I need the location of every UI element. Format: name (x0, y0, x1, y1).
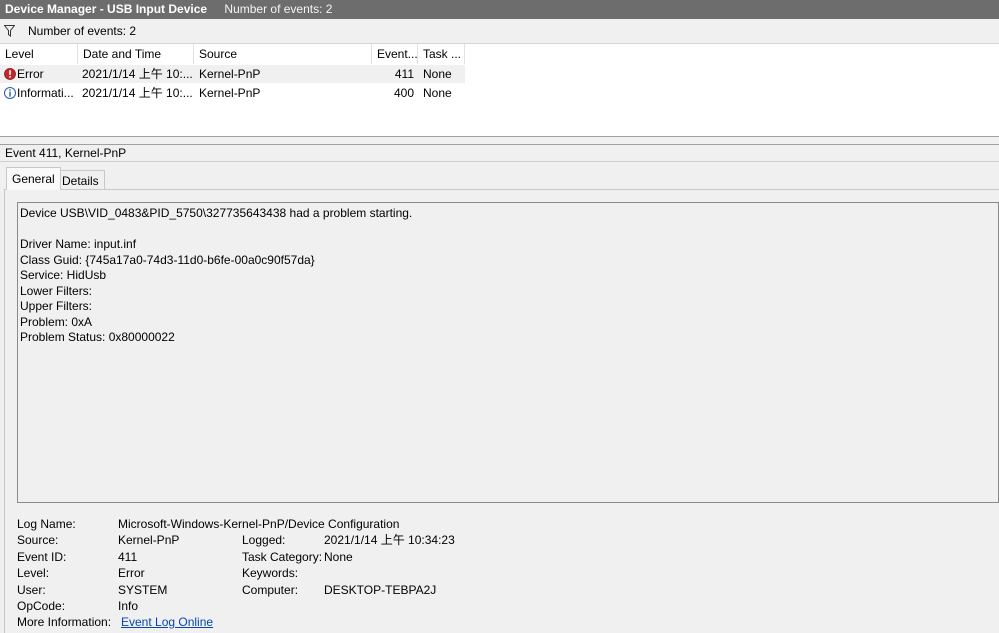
source-value: Kernel-PnP (118, 533, 180, 547)
window-title-bar: Device Manager - USB Input Device Number… (0, 0, 999, 19)
computer-label: Computer: (242, 583, 299, 597)
event-detail-header: Event 411, Kernel-PnP (0, 145, 999, 162)
information-icon (4, 87, 16, 99)
description-line: Driver Name: input.inf (20, 237, 137, 251)
user-label: User: (17, 583, 46, 597)
keywords-label: Keywords: (242, 566, 299, 580)
column-header-level[interactable]: Level (0, 44, 78, 64)
table-row[interactable]: Informati... 2021/1/14 上午 10:... Kernel-… (0, 84, 465, 102)
description-line: Service: HidUsb (20, 268, 107, 282)
row-task-category: None (423, 67, 452, 81)
opcode-value: Info (118, 599, 139, 613)
level-label: Level: (17, 566, 50, 580)
row-event-id: 400 (393, 86, 414, 100)
description-line: Device USB\VID_0483&PID_5750\32773564343… (20, 206, 413, 220)
log-name-value: Microsoft-Windows-Kernel-PnP/Device Conf… (118, 517, 400, 531)
row-task-category: None (423, 86, 452, 100)
row-event-id: 411 (394, 67, 414, 81)
description-line: Lower Filters: (20, 283, 93, 298)
row-date-time: 2021/1/14 上午 10:... (82, 86, 192, 100)
opcode-label: OpCode: (17, 599, 66, 613)
window-title: Device Manager - USB Input Device (5, 2, 208, 16)
more-information-label: More Information: (17, 615, 112, 629)
table-row[interactable]: Error 2021/1/14 上午 10:... Kernel-PnP 411… (0, 65, 465, 83)
column-header-task-category[interactable]: Task ... (418, 44, 465, 64)
event-list[interactable]: Level Date and Time Source Event... Task… (0, 43, 999, 137)
computer-value: DESKTOP-TEBPA2J (324, 583, 437, 597)
event-log-online-link[interactable]: Event Log Online (121, 614, 213, 630)
pane-splitter[interactable] (0, 137, 999, 145)
source-label: Source: (17, 533, 59, 547)
row-source: Kernel-PnP (199, 67, 261, 81)
logged-label: Logged: (242, 533, 286, 547)
error-icon (4, 68, 16, 80)
task-category-value: None (324, 550, 353, 564)
description-line: Upper Filters: (20, 299, 93, 313)
tab-details[interactable]: Details (56, 170, 105, 190)
row-source: Kernel-PnP (199, 86, 261, 100)
task-category-label: Task Category: (242, 550, 323, 564)
filter-bar: Number of events: 2 (0, 22, 999, 40)
description-line: Class Guid: {745a17a0-74d3-11d0-b6fe-00a… (20, 252, 315, 267)
user-value: SYSTEM (118, 583, 168, 597)
log-name-label: Log Name: (17, 517, 76, 531)
funnel-icon[interactable] (4, 25, 15, 37)
logged-value: 2021/1/14 上午 10:34:23 (324, 533, 455, 547)
row-level: Error (17, 67, 44, 81)
level-value: Error (118, 566, 145, 580)
column-header-source[interactable]: Source (194, 44, 372, 64)
description-line: Problem: 0xA (20, 314, 93, 329)
row-level: Informati... (17, 86, 74, 100)
event-id-label: Event ID: (17, 550, 67, 564)
description-line: Problem Status: 0x80000022 (20, 330, 175, 344)
column-header-event-id[interactable]: Event... (372, 44, 418, 64)
event-count-label: Number of events: 2 (28, 24, 137, 38)
column-header-date-time[interactable]: Date and Time (78, 44, 194, 64)
window-subtitle: Number of events: 2 (224, 2, 333, 16)
event-description[interactable]: Device USB\VID_0483&PID_5750\32773564343… (17, 202, 999, 503)
tab-general[interactable]: General (6, 167, 61, 190)
event-id-value: 411 (118, 550, 138, 564)
row-date-time: 2021/1/14 上午 10:... (82, 67, 192, 81)
description-line (20, 222, 998, 238)
